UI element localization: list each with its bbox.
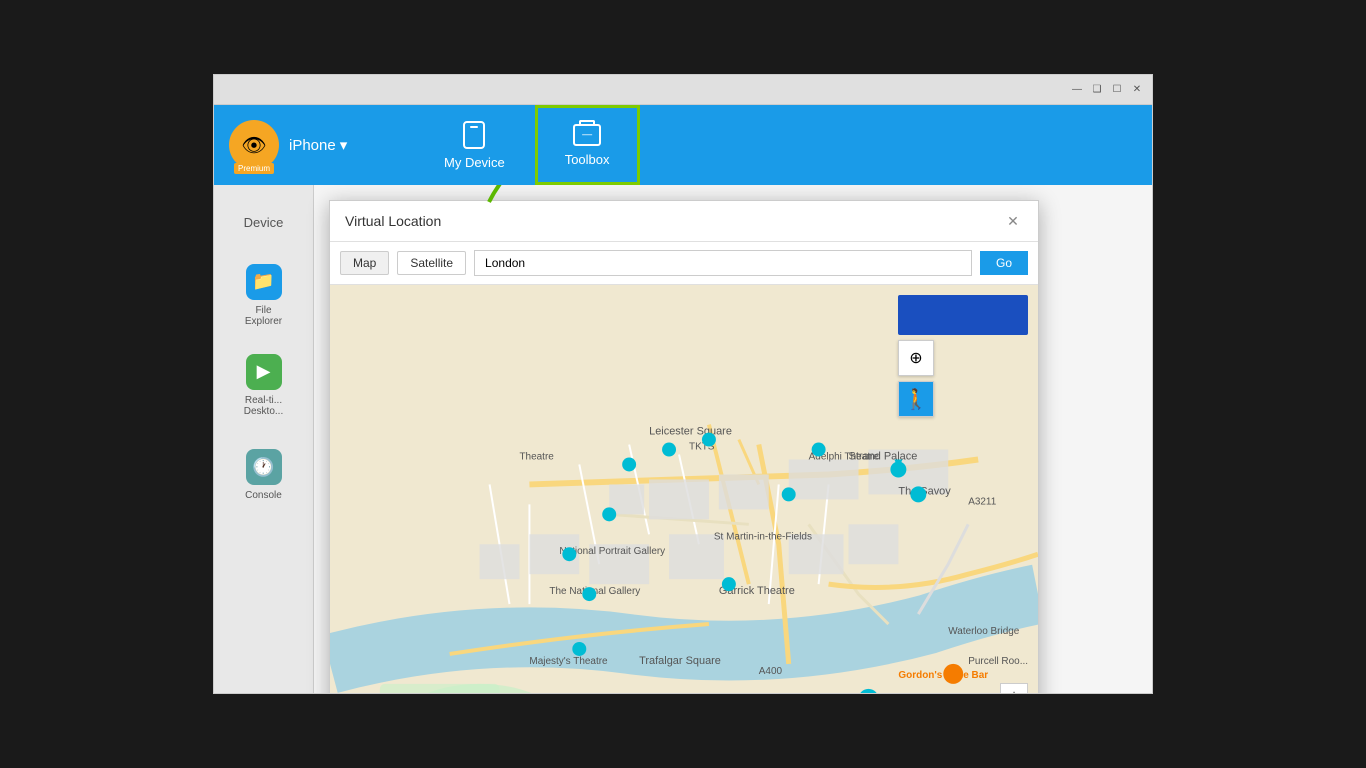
compass-btn[interactable]: ⊕ bbox=[898, 340, 934, 376]
title-bar: — ❑ ☐ ✕ bbox=[214, 75, 1152, 105]
dialog-close-btn[interactable]: ✕ bbox=[1003, 211, 1023, 231]
map-controls-right: ⊕ 🚶 bbox=[898, 295, 1028, 417]
logo-container: Premium bbox=[229, 120, 279, 170]
device-label: iPhone ▾ bbox=[289, 136, 347, 154]
dialog-toolbar: Map Satellite Go bbox=[330, 242, 1038, 285]
dialog-wrapper: Virtual Location ✕ Map Satellite Go bbox=[329, 200, 1137, 693]
svg-text:Gordon's Wine Bar: Gordon's Wine Bar bbox=[898, 670, 988, 681]
device-section-text: Device bbox=[244, 215, 284, 230]
svg-text:Purcell Roo...: Purcell Roo... bbox=[968, 656, 1028, 667]
app-window: — ❑ ☐ ✕ Premium iPhone ▾ My Device Toolb… bbox=[213, 74, 1153, 694]
sidebar-item-file-explorer[interactable]: 📁 FileExplorer bbox=[229, 260, 299, 330]
close-btn[interactable]: ✕ bbox=[1130, 83, 1144, 97]
device-section-label: Device bbox=[229, 205, 299, 240]
file-explorer-icon: 📁 bbox=[246, 264, 282, 300]
brand-area: Premium iPhone ▾ bbox=[214, 105, 414, 185]
tab-my-device[interactable]: My Device bbox=[414, 105, 535, 185]
dialog-header: Virtual Location ✕ bbox=[330, 201, 1038, 242]
realtime-icon: ▶ bbox=[246, 354, 282, 390]
tab-toolbox-label: Toolbox bbox=[565, 152, 610, 167]
svg-text:A3211: A3211 bbox=[968, 496, 997, 507]
device-dropdown-icon[interactable]: ▾ bbox=[340, 136, 348, 154]
svg-text:Leicester Square: Leicester Square bbox=[649, 426, 732, 438]
device-name: iPhone bbox=[289, 137, 336, 154]
go-button[interactable]: Go bbox=[980, 251, 1028, 275]
tab-my-device-label: My Device bbox=[444, 155, 505, 170]
maximize-btn[interactable]: ☐ bbox=[1110, 83, 1124, 97]
main-content: Device 📁 FileExplorer ▶ Real-ti...Deskto… bbox=[214, 185, 1152, 693]
svg-text:Trafalgar Square: Trafalgar Square bbox=[639, 655, 721, 667]
sidebar-item-console[interactable]: 🕐 Console bbox=[229, 440, 299, 510]
device-icon bbox=[463, 121, 485, 149]
svg-text:Waterloo Bridge: Waterloo Bridge bbox=[948, 626, 1020, 637]
restore-btn[interactable]: ❑ bbox=[1090, 83, 1104, 97]
map-container: Leicester Square Strand Palace The Savoy… bbox=[330, 285, 1038, 693]
file-explorer-label: FileExplorer bbox=[245, 305, 282, 327]
svg-text:Majesty's Theatre: Majesty's Theatre bbox=[529, 656, 608, 667]
content-area: Virtual Location ✕ Map Satellite Go bbox=[314, 185, 1152, 693]
dialog-title: Virtual Location bbox=[345, 213, 441, 229]
zoom-in-btn[interactable]: + bbox=[1000, 683, 1028, 693]
svg-text:A400: A400 bbox=[759, 666, 783, 677]
map-zoom-controls: + − bbox=[1000, 683, 1028, 693]
walk-btn[interactable]: 🚶 bbox=[898, 381, 934, 417]
search-wrapper bbox=[474, 250, 972, 276]
minimize-btn[interactable]: — bbox=[1070, 83, 1084, 97]
tab-toolbox[interactable]: Toolbox bbox=[535, 105, 640, 185]
svg-text:Theatre: Theatre bbox=[519, 452, 554, 463]
sidebar-item-realtime[interactable]: ▶ Real-ti...Deskto... bbox=[229, 350, 299, 420]
svg-text:St Martin-in-the-Fields: St Martin-in-the-Fields bbox=[714, 531, 812, 542]
map-type-map-btn[interactable]: Map bbox=[340, 251, 389, 275]
nav-bar: Premium iPhone ▾ My Device Toolbox bbox=[214, 105, 1152, 185]
console-icon: 🕐 bbox=[246, 449, 282, 485]
sidebar: Device 📁 FileExplorer ▶ Real-ti...Deskto… bbox=[214, 185, 314, 693]
nav-tabs: My Device Toolbox bbox=[414, 105, 1152, 185]
map-type-satellite-btn[interactable]: Satellite bbox=[397, 251, 466, 275]
console-label: Console bbox=[245, 490, 282, 501]
search-input[interactable] bbox=[474, 250, 972, 276]
realtime-label: Real-ti...Deskto... bbox=[244, 395, 283, 417]
toolbox-icon bbox=[573, 124, 601, 146]
privacy-box bbox=[898, 295, 1028, 335]
virtual-location-dialog: Virtual Location ✕ Map Satellite Go bbox=[329, 200, 1039, 693]
premium-badge: Premium bbox=[234, 163, 274, 174]
